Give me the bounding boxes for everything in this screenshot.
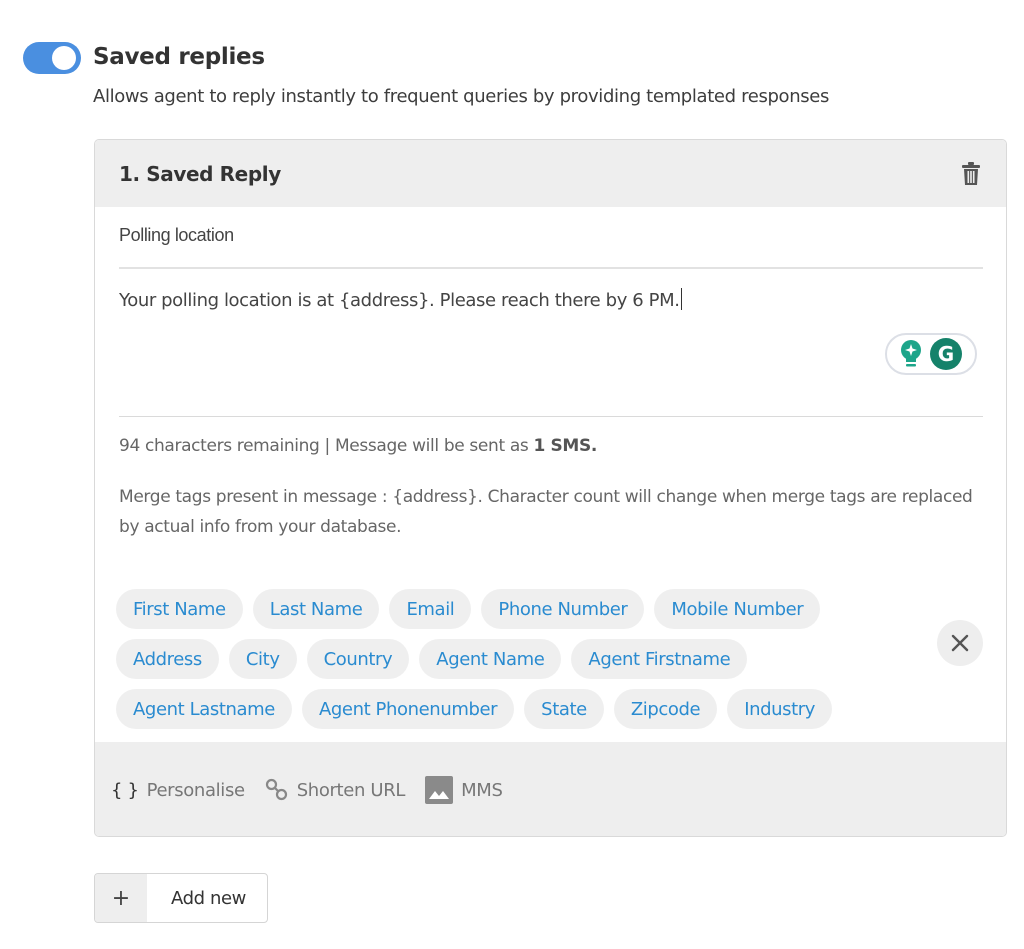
personalise-label: Personalise [146, 779, 245, 801]
close-icon [951, 634, 969, 652]
image-icon [425, 776, 454, 804]
message-text: Your polling location is at {address}. P… [119, 290, 680, 311]
merge-tag[interactable]: Agent Phonenumber [301, 689, 515, 729]
merge-tag[interactable]: First Name [116, 589, 243, 629]
lightbulb-icon [900, 340, 922, 368]
merge-tag[interactable]: Zipcode [613, 689, 718, 729]
character-count: 94 characters remaining | Message will b… [119, 436, 597, 456]
reply-title-input[interactable] [119, 225, 983, 246]
link-icon [265, 778, 287, 801]
merge-tag[interactable]: Phone Number [481, 589, 645, 629]
trash-icon[interactable] [960, 161, 982, 186]
count-text: 94 characters remaining | Message will b… [119, 436, 534, 456]
grammarly-widget[interactable]: G [885, 333, 977, 375]
merge-tag[interactable]: Last Name [252, 589, 380, 629]
divider [119, 416, 983, 417]
message-textarea[interactable]: Your polling location is at {address}. P… [119, 288, 983, 311]
shorten-url-button[interactable]: Shorten URL [265, 778, 405, 802]
saved-replies-toggle[interactable] [23, 42, 81, 74]
merge-tag[interactable]: Agent Name [419, 639, 562, 679]
shorten-url-label: Shorten URL [296, 779, 406, 801]
personalise-button[interactable]: { } Personalise [111, 780, 245, 801]
card-header: 1. Saved Reply [95, 140, 1006, 207]
merge-tag[interactable]: Agent Lastname [116, 689, 292, 729]
saved-reply-card: 1. Saved Reply Your polling location is … [94, 139, 1007, 837]
add-new-label: Add new [171, 887, 246, 909]
merge-tags-note: Merge tags present in message : {address… [119, 487, 973, 537]
section-title: Saved replies [93, 44, 265, 70]
merge-tag[interactable]: Email [389, 589, 472, 629]
merge-tag[interactable]: Agent Firstname [571, 639, 748, 679]
sms-count: 1 SMS. [533, 436, 597, 456]
merge-tag[interactable]: Country [306, 639, 410, 679]
merge-tag[interactable]: City [228, 639, 297, 679]
mms-label: MMS [461, 779, 503, 801]
merge-tag[interactable]: State [524, 689, 604, 729]
close-tags-button[interactable] [937, 620, 983, 666]
grammarly-icon: G [930, 338, 962, 370]
message-toolbar: { } Personalise Shorten URL MMS [95, 742, 1006, 836]
braces-icon: { } [111, 779, 139, 801]
mms-button[interactable]: MMS [425, 776, 503, 804]
merge-tags-list: First Name Last Name Email Phone Number … [116, 589, 916, 729]
merge-tag[interactable]: Industry [727, 689, 833, 729]
section-description: Allows agent to reply instantly to frequ… [93, 86, 830, 107]
merge-tag[interactable]: Address [116, 639, 219, 679]
toggle-knob [52, 46, 76, 70]
text-caret [680, 288, 682, 310]
merge-tag[interactable]: Mobile Number [654, 589, 821, 629]
plus-icon: + [95, 874, 147, 922]
add-new-button[interactable]: + Add new [94, 873, 268, 923]
divider [119, 267, 983, 269]
card-title: 1. Saved Reply [119, 161, 281, 186]
